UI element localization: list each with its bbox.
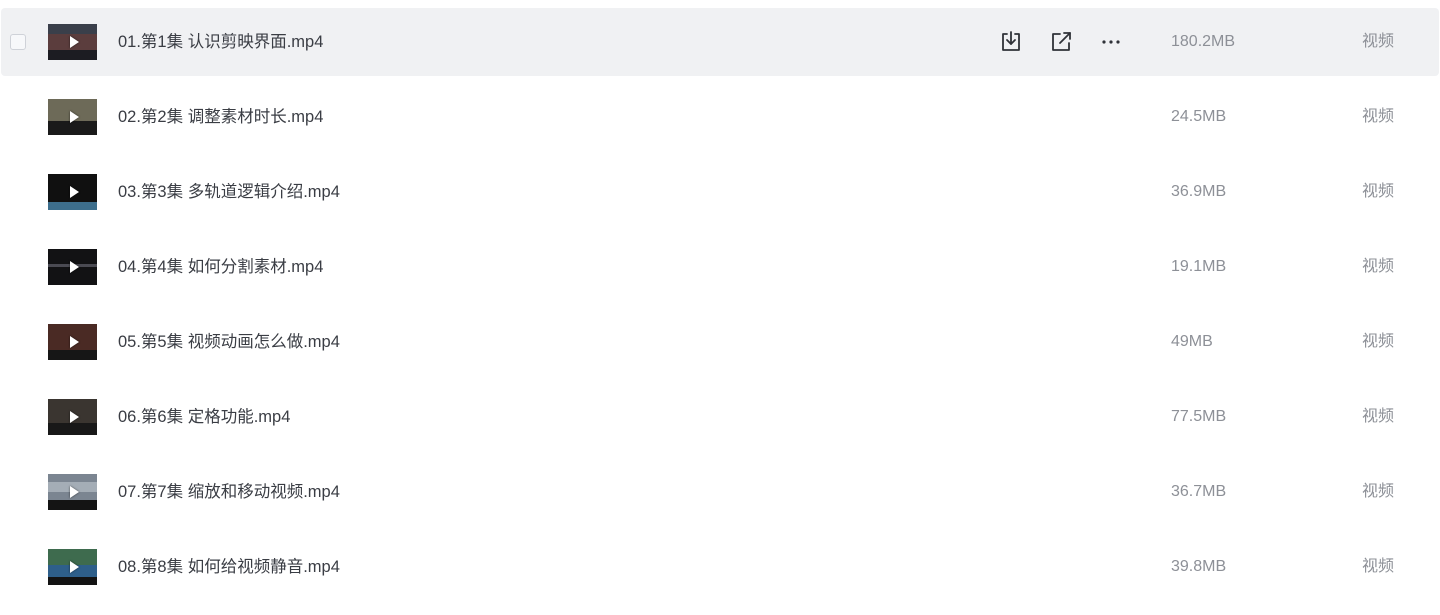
file-name[interactable]: 04.第4集 如何分割素材.mp4 [118, 257, 323, 277]
file-type: 视频 [1362, 108, 1395, 125]
file-row[interactable]: 04.第4集 如何分割素材.mp4 19.1MB 视频 [1, 233, 1439, 301]
file-name[interactable]: 06.第6集 定格功能.mp4 [118, 407, 290, 427]
video-thumbnail[interactable] [48, 549, 97, 585]
file-row[interactable]: 02.第2集 调整素材时长.mp4 24.5MB 视频 [1, 83, 1439, 151]
share-icon[interactable] [1048, 29, 1074, 55]
video-thumbnail[interactable] [48, 249, 97, 285]
file-row[interactable]: 06.第6集 定格功能.mp4 77.5MB 视频 [1, 383, 1439, 451]
file-type: 视频 [1362, 183, 1395, 200]
play-icon [69, 411, 79, 423]
download-icon[interactable] [998, 29, 1024, 55]
video-thumbnail[interactable] [48, 99, 97, 135]
play-icon [69, 336, 79, 348]
file-row[interactable]: 07.第7集 缩放和移动视频.mp4 36.7MB 视频 [1, 458, 1439, 526]
row-checkbox[interactable] [10, 34, 26, 50]
play-icon [69, 36, 79, 48]
file-type: 视频 [1362, 33, 1395, 50]
file-name[interactable]: 08.第8集 如何给视频静音.mp4 [118, 557, 340, 577]
video-thumbnail[interactable] [48, 474, 97, 510]
file-name[interactable]: 02.第2集 调整素材时长.mp4 [118, 107, 323, 127]
file-size: 36.9MB [1171, 183, 1227, 200]
file-size: 19.1MB [1171, 258, 1227, 275]
file-size: 180.2MB [1171, 33, 1236, 50]
video-thumbnail[interactable] [48, 399, 97, 435]
file-list: 01.第1集 认识剪映界面.mp4 180.2MB 视频 02.第2集 调整素材… [0, 0, 1440, 615]
file-size: 39.8MB [1171, 558, 1227, 575]
file-row[interactable]: 08.第8集 如何给视频静音.mp4 39.8MB 视频 [1, 533, 1439, 601]
file-size: 36.7MB [1171, 483, 1227, 500]
file-type: 视频 [1362, 483, 1395, 500]
file-type: 视频 [1362, 408, 1395, 425]
file-name[interactable]: 05.第5集 视频动画怎么做.mp4 [118, 332, 340, 352]
video-thumbnail[interactable] [48, 24, 97, 60]
video-thumbnail[interactable] [48, 324, 97, 360]
play-icon [69, 111, 79, 123]
video-thumbnail[interactable] [48, 174, 97, 210]
file-name[interactable]: 07.第7集 缩放和移动视频.mp4 [118, 482, 340, 502]
file-row[interactable]: 01.第1集 认识剪映界面.mp4 180.2MB 视频 [1, 8, 1439, 76]
file-size: 49MB [1171, 333, 1213, 350]
file-size: 24.5MB [1171, 108, 1227, 125]
file-name[interactable]: 01.第1集 认识剪映界面.mp4 [118, 32, 323, 52]
file-row[interactable]: 03.第3集 多轨道逻辑介绍.mp4 36.9MB 视频 [1, 158, 1439, 226]
file-type: 视频 [1362, 333, 1395, 350]
more-icon[interactable] [1098, 29, 1124, 55]
file-type: 视频 [1362, 558, 1395, 575]
play-icon [69, 261, 79, 273]
play-icon [69, 561, 79, 573]
file-name[interactable]: 03.第3集 多轨道逻辑介绍.mp4 [118, 182, 340, 202]
play-icon [69, 186, 79, 198]
file-type: 视频 [1362, 258, 1395, 275]
file-size: 77.5MB [1171, 408, 1227, 425]
play-icon [69, 486, 79, 498]
file-row[interactable]: 05.第5集 视频动画怎么做.mp4 49MB 视频 [1, 308, 1439, 376]
